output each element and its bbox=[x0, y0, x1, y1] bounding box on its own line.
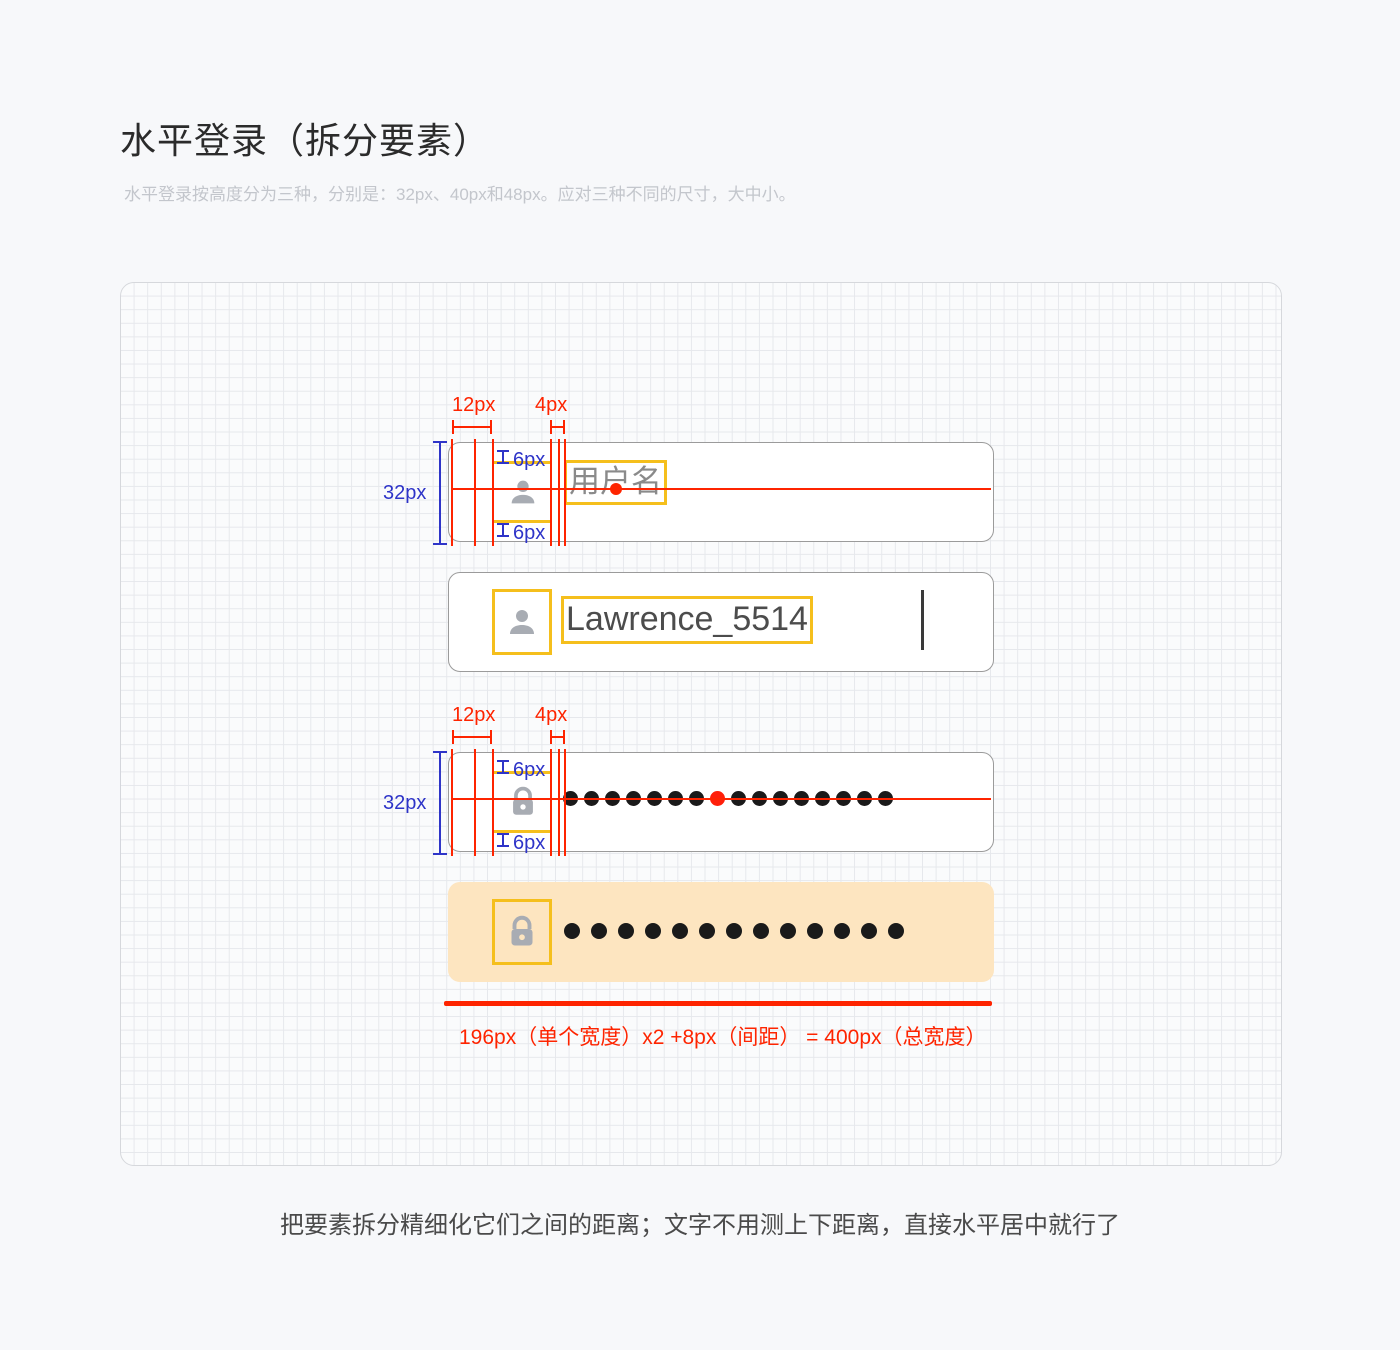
password-dot bbox=[726, 923, 742, 939]
baseline-anchor-dot bbox=[610, 483, 622, 495]
password-dot bbox=[564, 923, 580, 939]
password-dot bbox=[591, 923, 607, 939]
page-title: 水平登录（拆分要素） bbox=[120, 120, 491, 161]
password-dot bbox=[888, 923, 904, 939]
tick-icon-top-gap-row3 bbox=[497, 760, 509, 774]
text-caret bbox=[921, 590, 924, 650]
guide-icon-right-row1 bbox=[550, 439, 552, 546]
page-subtitle: 水平登录按高度分为三种，分别是：32px、40px和48px。应对三种不同的尺寸… bbox=[124, 185, 796, 204]
dots-baseline-guide bbox=[451, 798, 991, 800]
dimension-icon-gap-row1 bbox=[550, 420, 565, 434]
user-icon bbox=[511, 480, 534, 504]
guide-icon-left-row3 bbox=[492, 749, 494, 856]
password-dot bbox=[861, 923, 877, 939]
dimension-left-padding-row3 bbox=[452, 730, 492, 744]
label-height-row1: 32px bbox=[383, 482, 427, 504]
tick-icon-bottom-gap-row3 bbox=[497, 833, 509, 847]
guide-card-left-row1 bbox=[451, 439, 453, 546]
user-icon bbox=[510, 610, 534, 634]
lock-icon bbox=[511, 915, 533, 946]
label-icon-bottom-gap-row1: 6px bbox=[513, 522, 546, 544]
label-icon-top-gap-row3: 6px bbox=[513, 759, 546, 781]
password-dot bbox=[618, 923, 634, 939]
tick-icon-bottom-gap-row1 bbox=[497, 523, 509, 537]
password-dots-row4 bbox=[564, 923, 904, 939]
total-width-underline bbox=[444, 1001, 992, 1006]
guide-text-left-row1 bbox=[564, 439, 566, 546]
guide-gap-end-row1 bbox=[558, 439, 560, 546]
tick-icon-top-gap-row1 bbox=[497, 450, 509, 464]
label-icon-bottom-gap-row3: 6px bbox=[513, 832, 546, 854]
label-left-padding-row1: 12px bbox=[452, 394, 496, 416]
password-dot bbox=[672, 923, 688, 939]
user-icon-box-row2 bbox=[492, 589, 552, 655]
password-dot bbox=[807, 923, 823, 939]
footer-caption: 把要素拆分精细化它们之间的距离；文字不用测上下距离，直接水平居中就行了 bbox=[280, 1212, 1120, 1239]
dimension-height-row1 bbox=[433, 441, 447, 545]
username-value-text: Lawrence_5514 bbox=[561, 596, 813, 644]
password-dot bbox=[645, 923, 661, 939]
guide-card-left-row3 bbox=[451, 749, 453, 856]
label-left-padding-row3: 12px bbox=[452, 704, 496, 726]
dimension-icon-gap-row3 bbox=[550, 730, 565, 744]
guide-padding-end-row1 bbox=[474, 439, 476, 546]
guide-icon-right-row3 bbox=[550, 749, 552, 856]
guide-dots-left-row3 bbox=[564, 749, 566, 856]
password-dot bbox=[699, 923, 715, 939]
label-height-row3: 32px bbox=[383, 792, 427, 814]
dimension-height-row3 bbox=[433, 751, 447, 855]
label-icon-gap-row3: 4px bbox=[535, 704, 568, 726]
total-width-formula: 196px（单个宽度）x2 +8px（间距） = 400px（总宽度） bbox=[459, 1026, 987, 1049]
guide-gap-end-row3 bbox=[558, 749, 560, 856]
lock-icon bbox=[512, 786, 533, 815]
password-dot bbox=[780, 923, 796, 939]
label-icon-top-gap-row1: 6px bbox=[513, 449, 546, 471]
label-icon-gap-row1: 4px bbox=[535, 394, 568, 416]
text-baseline-guide bbox=[451, 488, 991, 490]
guide-icon-left-row1 bbox=[492, 439, 494, 546]
password-dot bbox=[753, 923, 769, 939]
guide-padding-end-row3 bbox=[474, 749, 476, 856]
dimension-left-padding-row1 bbox=[452, 420, 492, 434]
blueprint-grid-panel: 用户名 12px 4px 32px 6px 6px Lawrence_5514 … bbox=[120, 282, 1282, 1166]
lock-icon-box-row4 bbox=[492, 899, 552, 965]
password-dot bbox=[834, 923, 850, 939]
